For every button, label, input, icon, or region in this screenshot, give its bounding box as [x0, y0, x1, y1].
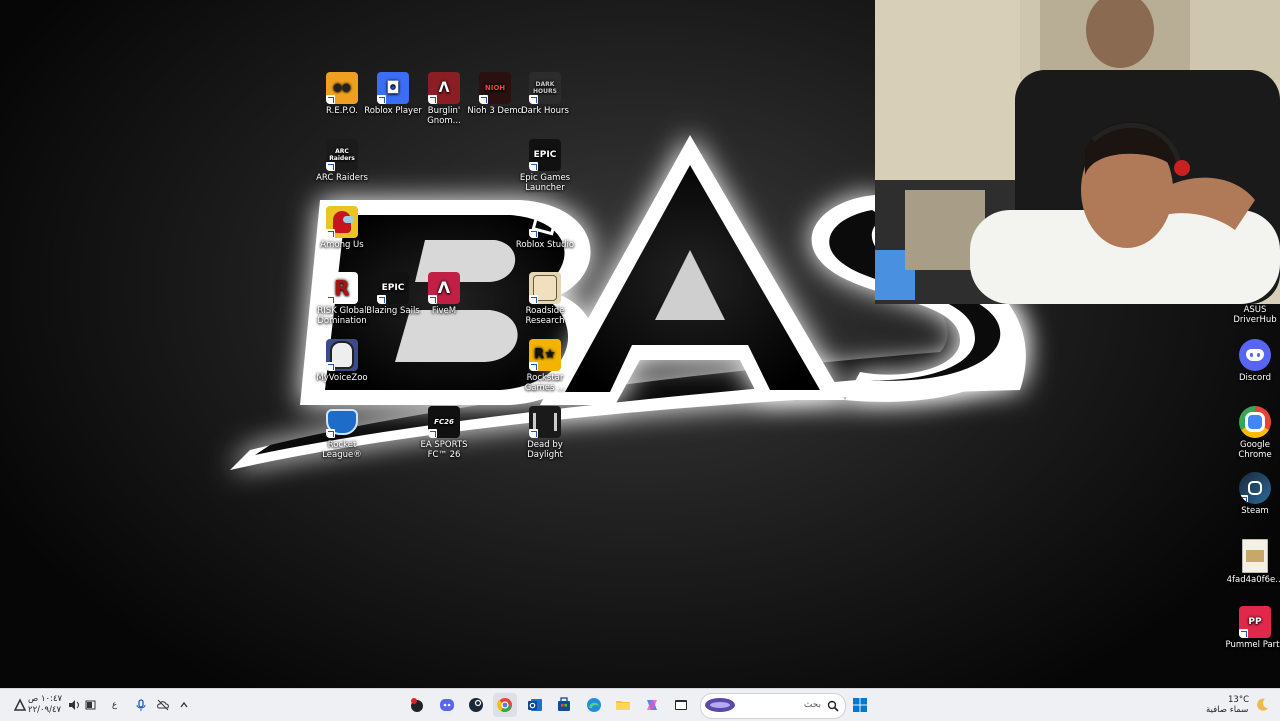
desktop-icon-fivem[interactable]: Λ FiveM — [411, 272, 477, 316]
taskbar-app-game-icon[interactable] — [405, 693, 429, 717]
discord-icon — [1239, 339, 1271, 371]
desktop-icon-roblox-studio[interactable]: Roblox Studio — [512, 206, 578, 250]
dark-hours-icon: DARK HOURS — [529, 72, 561, 104]
dead-by-daylight-icon — [529, 406, 561, 438]
weather-temp[interactable]: 13°C — [1228, 695, 1249, 705]
icon-label: Dark Hours — [521, 106, 569, 116]
pummel-party-icon: PP — [1239, 606, 1271, 638]
desktop: ●● R.E.P.O. ◘ Roblox Player Λ Burglin' G… — [0, 0, 1280, 688]
image-file-icon — [1242, 539, 1268, 573]
search-box[interactable]: بحث — [700, 693, 846, 719]
risk-icon: R — [326, 272, 358, 304]
taskbar-outlook-icon[interactable] — [523, 693, 547, 717]
desktop-icon-steam[interactable]: Steam — [1222, 472, 1280, 516]
nioh-icon: NIOH — [479, 72, 511, 104]
desktop-icon-google-chrome[interactable]: Google Chrome — [1222, 406, 1280, 460]
epic-games-icon: EPIC — [377, 272, 409, 304]
icon-label: Pummel Party — [1225, 640, 1280, 650]
myvoicezoo-icon — [326, 339, 358, 371]
roadside-research-icon — [529, 272, 561, 304]
icon-label: EA SPORTS FC™ 26 — [420, 440, 468, 460]
desktop-icon-pummel-party[interactable]: PP Pummel Party — [1222, 606, 1280, 650]
ea-fc-icon: FC26 — [428, 406, 460, 438]
roblox-icon: ◘ — [377, 72, 409, 104]
fivem-icon: Λ — [428, 272, 460, 304]
rockstar-icon: R★ — [529, 339, 561, 371]
icon-label: Roadside Research — [525, 306, 565, 326]
taskbar-discord-icon[interactable] — [435, 693, 459, 717]
desktop-icon-image-file[interactable]: 4fad4a0f6e... — [1222, 539, 1280, 585]
desktop-icon-dead-by-daylight[interactable]: Dead by Daylight — [512, 406, 578, 460]
icon-label: R.E.P.O. — [326, 106, 358, 116]
taskbar-edge-icon[interactable] — [582, 693, 606, 717]
icon-label: Among Us — [320, 240, 364, 250]
search-icon — [827, 700, 839, 712]
desktop-icon-ea-sports-fc[interactable]: FC26 EA SPORTS FC™ 26 — [411, 406, 477, 460]
icon-label: Google Chrome — [1238, 440, 1272, 460]
icon-label: 4fad4a0f6e... — [1226, 575, 1280, 585]
taskbar-steam-icon[interactable] — [464, 693, 488, 717]
desktop-icon-asus-driverhub[interactable]: ASUS DriverHub — [1222, 305, 1280, 325]
start-button[interactable] — [848, 693, 872, 717]
search-highlight-icon — [705, 698, 735, 712]
taskbar: ١٠:٤٧ ص ٢٢/٠٩/٤٧ ع بحث 13°C سماء صافية — [0, 688, 1280, 721]
burglin-gnomes-icon: Λ — [428, 72, 460, 104]
desktop-icon-rocket-league[interactable]: Rocket League® — [309, 406, 375, 460]
chevron-up-icon[interactable] — [172, 693, 196, 717]
desktop-icon-dark-hours[interactable]: DARK HOURS Dark Hours — [512, 72, 578, 116]
repo-icon: ●● — [326, 72, 358, 104]
taskbar-terminal-icon[interactable] — [669, 693, 693, 717]
microphone-icon[interactable] — [129, 693, 153, 717]
desktop-icon-among-us[interactable]: Among Us — [309, 206, 375, 250]
desktop-icon-rockstar-games[interactable]: R★ Rockstar Games ... — [512, 339, 578, 393]
rocket-league-icon — [326, 406, 358, 438]
clock-date[interactable]: ٢٢/٠٩/٤٧ — [28, 705, 61, 715]
desktop-icon-discord[interactable]: Discord — [1222, 339, 1280, 383]
icon-label: Discord — [1239, 373, 1271, 383]
icon-label: Roblox Studio — [515, 240, 575, 250]
icon-label: FiveM — [431, 306, 457, 316]
icon-label: Rockstar Games ... — [524, 373, 566, 393]
taskbar-copilot-icon[interactable] — [640, 693, 664, 717]
webcam-overlay — [875, 0, 1280, 304]
desktop-icon-myvoicezoo[interactable]: MyVoiceZoo — [309, 339, 375, 383]
search-placeholder: بحث — [803, 700, 821, 710]
arc-raiders-icon: ARC Raiders — [326, 139, 358, 171]
desktop-icon-epic-games-launcher[interactable]: EPIC Epic Games Launcher — [512, 139, 578, 193]
icon-label: Rocket League® — [322, 440, 362, 460]
icon-label: Epic Games Launcher — [519, 173, 571, 193]
steam-icon — [1239, 472, 1271, 504]
roblox-studio-icon — [529, 206, 561, 238]
icon-label: MyVoiceZoo — [316, 373, 368, 383]
icon-label: ARC Raiders — [316, 173, 368, 183]
taskbar-chrome-icon[interactable] — [493, 693, 517, 717]
chrome-icon — [1239, 406, 1271, 438]
icon-label: Dead by Daylight — [527, 440, 563, 460]
icon-label: Burglin' Gnom... — [427, 106, 461, 126]
clock-time[interactable]: ١٠:٤٧ ص — [28, 694, 62, 704]
icon-label: ASUS DriverHub — [1233, 305, 1277, 325]
weather-moon-icon[interactable] — [1250, 693, 1274, 717]
taskbar-store-icon[interactable] — [552, 693, 576, 717]
epic-games-icon: EPIC — [529, 139, 561, 171]
icon-label: Steam — [1241, 506, 1269, 516]
among-us-icon — [326, 206, 358, 238]
webcam-feed-image — [875, 0, 1280, 304]
desktop-icon-arc-raiders[interactable]: ARC Raiders ARC Raiders — [309, 139, 375, 183]
desktop-icon-roadside-research[interactable]: Roadside Research — [512, 272, 578, 326]
weather-desc[interactable]: سماء صافية — [1206, 705, 1248, 715]
windows-icon — [853, 698, 867, 712]
taskbar-file-explorer-icon[interactable] — [611, 693, 635, 717]
battery-icon[interactable] — [79, 693, 103, 717]
language-indicator[interactable]: ع — [112, 700, 117, 710]
